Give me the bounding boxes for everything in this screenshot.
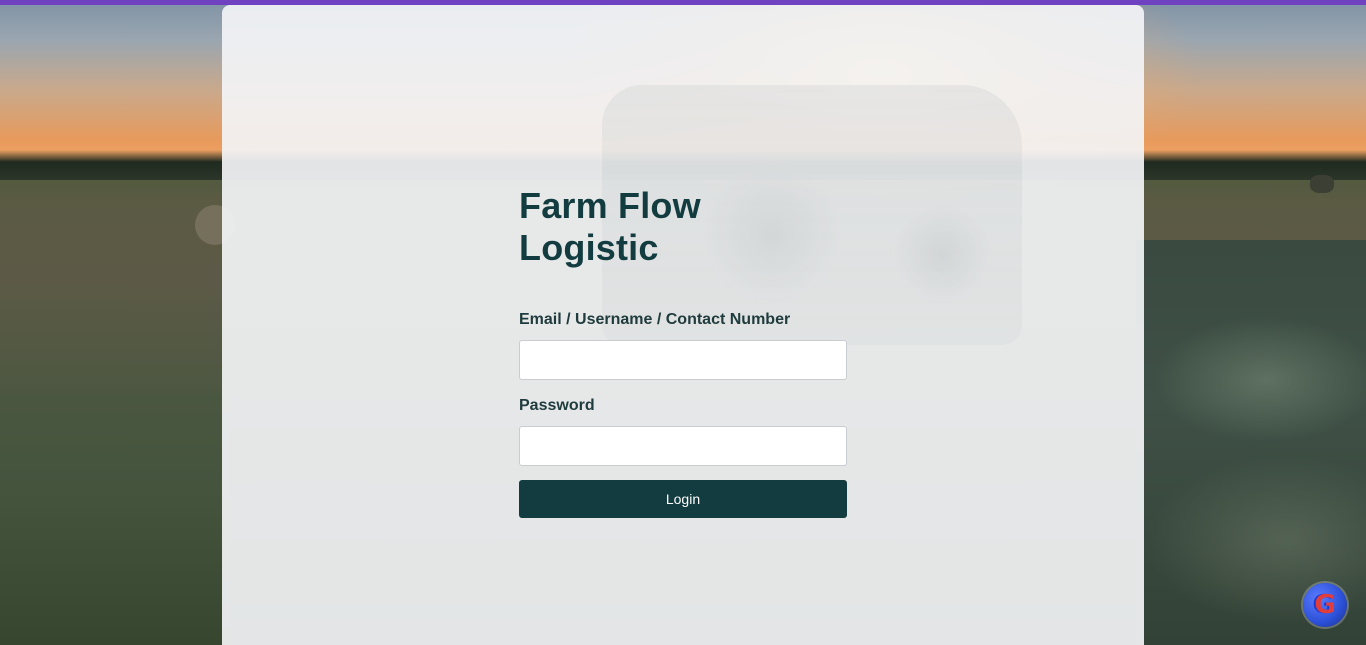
- login-button[interactable]: Login: [519, 480, 847, 518]
- password-input[interactable]: [519, 426, 847, 466]
- login-form: Farm Flow Logistic Email / Username / Co…: [519, 185, 847, 518]
- top-accent-bar: [0, 0, 1366, 5]
- background-hay-bale-far: [1310, 175, 1334, 193]
- login-card: Farm Flow Logistic Email / Username / Co…: [222, 5, 1144, 645]
- background-hay-left: [0, 390, 230, 645]
- page-title: Farm Flow Logistic: [519, 185, 701, 268]
- g-logo-glyph: G: [1314, 590, 1336, 620]
- password-label: Password: [519, 397, 595, 414]
- identifier-input[interactable]: [519, 340, 847, 380]
- g-logo-icon[interactable]: G: [1303, 583, 1347, 627]
- identifier-label: Email / Username / Contact Number: [519, 311, 791, 328]
